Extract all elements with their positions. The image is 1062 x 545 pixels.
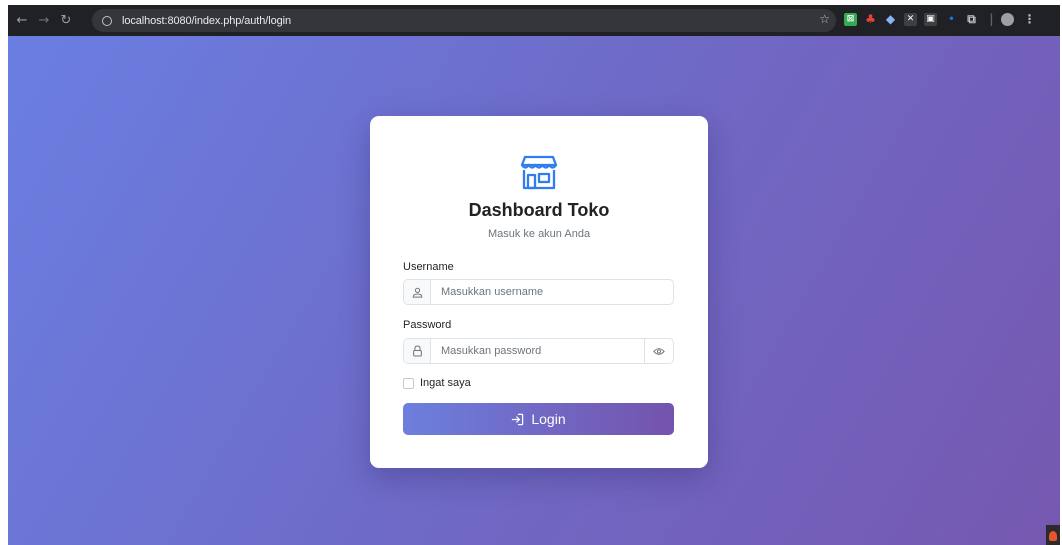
- login-button-label: Login: [531, 411, 566, 427]
- login-card: Dashboard Toko Masuk ke akun Anda Userna…: [370, 116, 708, 468]
- login-page-background: Dashboard Toko Masuk ke akun Anda Userna…: [8, 36, 1060, 545]
- username-label: Username: [403, 261, 454, 273]
- profile-avatar-icon[interactable]: [1001, 13, 1014, 26]
- login-button[interactable]: Login: [403, 403, 674, 435]
- password-label: Password: [403, 319, 452, 331]
- reload-button[interactable]: ↻: [55, 10, 77, 32]
- toggle-password-button[interactable]: [644, 339, 673, 363]
- password-input-group: [403, 338, 674, 364]
- extension-green-icon[interactable]: ⊠: [844, 13, 857, 26]
- corner-app-icon[interactable]: [1046, 525, 1060, 545]
- star-icon[interactable]: ☆: [819, 12, 830, 26]
- arrow-right-icon: →: [38, 13, 50, 28]
- site-info-icon[interactable]: [98, 12, 116, 30]
- url-text[interactable]: localhost:8080/index.php/auth/login: [122, 15, 291, 27]
- address-bar[interactable]: localhost:8080/index.php/auth/login ☆: [92, 9, 836, 32]
- menu-kebab-icon[interactable]: ⋮: [1023, 13, 1036, 26]
- remember-me: Ingat saya: [403, 377, 471, 389]
- lock-icon: [404, 339, 431, 363]
- card-subtitle: Masuk ke akun Anda: [487, 228, 591, 240]
- separator: |: [989, 12, 994, 26]
- user-icon: [404, 280, 431, 304]
- extension-leaf-icon[interactable]: ◆: [884, 13, 897, 26]
- store-icon: [520, 155, 558, 190]
- forward-button[interactable]: →: [33, 10, 55, 32]
- extension-dot-icon[interactable]: •: [945, 13, 958, 26]
- username-input-group: [403, 279, 674, 305]
- browser-toolbar: ← → ↻ localhost:8080/index.php/auth/logi…: [8, 5, 1060, 36]
- password-input[interactable]: [431, 339, 644, 363]
- username-input[interactable]: [431, 280, 673, 304]
- login-icon: [511, 413, 524, 426]
- back-button[interactable]: ←: [11, 10, 33, 32]
- extension-red-icon[interactable]: ♣: [864, 13, 877, 26]
- extensions-puzzle-icon[interactable]: ⧉: [965, 13, 978, 26]
- extension-grid-icon[interactable]: ▣: [924, 13, 937, 26]
- remember-checkbox[interactable]: [403, 377, 414, 389]
- remember-label[interactable]: Ingat saya: [420, 377, 471, 389]
- browser-window: ← → ↻ localhost:8080/index.php/auth/logi…: [8, 5, 1060, 545]
- reload-icon: ↻: [60, 13, 72, 28]
- arrow-left-icon: ←: [16, 13, 28, 28]
- eye-icon: [653, 347, 665, 355]
- extension-dark-icon[interactable]: ✕: [904, 13, 917, 26]
- card-title: Dashboard Toko: [468, 200, 610, 220]
